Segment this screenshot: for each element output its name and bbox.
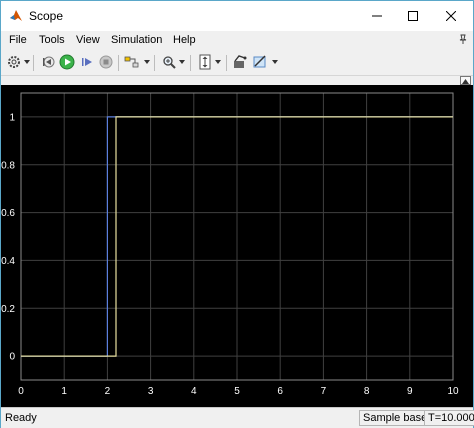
toolbar-separator <box>154 55 155 71</box>
autoscale-dropdown[interactable] <box>215 60 221 64</box>
close-icon <box>445 8 457 24</box>
y-tick-label: 0.4 <box>1 256 15 267</box>
autoscale-icon <box>198 54 212 73</box>
settings-button[interactable] <box>5 54 23 72</box>
y-tick-label: 0.2 <box>1 304 15 315</box>
settings-dropdown[interactable] <box>24 60 30 64</box>
y-tick-label: 1 <box>9 112 15 123</box>
maximize-icon <box>408 8 418 24</box>
settings-icon <box>7 55 21 72</box>
zoom-button[interactable] <box>160 54 178 72</box>
toolbar-separator <box>226 55 227 71</box>
autoscale-button[interactable] <box>196 54 214 72</box>
scope-chart: 0 1 2 3 4 5 6 7 8 9 10 0 0.2 0.4 0.6 0.8 1 <box>1 92 459 397</box>
x-tick-label: 10 <box>447 386 459 397</box>
x-tick-label: 7 <box>321 386 327 397</box>
stop-icon <box>99 55 113 72</box>
zoom-dropdown[interactable] <box>179 60 185 64</box>
step-back-icon <box>41 55 55 72</box>
step-forward-icon <box>80 55 94 72</box>
toolbar-separator <box>118 55 119 71</box>
scope-window: Scope File Tools View Simulation Help 0 … <box>0 0 474 428</box>
status-ready: Ready <box>5 412 37 424</box>
menu-help[interactable]: Help <box>173 34 196 46</box>
highlight-dropdown[interactable] <box>144 60 150 64</box>
step-back-button[interactable] <box>39 54 57 72</box>
window-title: Scope <box>29 9 64 23</box>
pin-icon[interactable] <box>459 34 467 47</box>
stop-button[interactable] <box>97 54 115 72</box>
style-icon <box>252 54 268 72</box>
x-tick-label: 5 <box>234 386 240 397</box>
menu-file[interactable]: File <box>9 34 27 46</box>
style-button[interactable] <box>251 54 269 72</box>
toolbar-separator <box>33 55 34 71</box>
zoom-icon <box>162 55 176 72</box>
plot-area[interactable]: 0 1 2 3 4 5 6 7 8 9 10 0 0.2 0.4 0.6 0.8 1 <box>1 85 473 407</box>
x-tick-label: 2 <box>105 386 111 397</box>
x-tick-label: 6 <box>277 386 283 397</box>
close-button[interactable] <box>429 1 473 31</box>
y-tick-label: 0.8 <box>1 160 15 171</box>
menu-tools[interactable]: Tools <box>39 34 65 46</box>
x-tick-label: 9 <box>407 386 413 397</box>
highlight-icon <box>124 55 140 72</box>
toolbar <box>1 51 473 76</box>
run-icon <box>59 54 75 73</box>
menu-bar: File Tools View Simulation Help <box>1 31 473 51</box>
menu-view[interactable]: View <box>76 34 100 46</box>
toolbar-separator <box>190 55 191 71</box>
menu-simulation[interactable]: Simulation <box>111 34 162 46</box>
signal-icon <box>232 54 248 72</box>
step-forward-button[interactable] <box>78 54 96 72</box>
expand-button[interactable] <box>460 76 471 85</box>
matlab-logo-icon <box>9 9 23 23</box>
x-tick-label: 0 <box>18 386 24 397</box>
minimize-icon <box>372 8 382 24</box>
grid <box>20 93 454 380</box>
title-bar: Scope <box>1 1 473 31</box>
x-tick-label: 1 <box>61 386 67 397</box>
run-button[interactable] <box>58 54 76 72</box>
status-time: T=10.000 <box>424 410 474 426</box>
x-tick-label: 3 <box>148 386 154 397</box>
signal-button[interactable] <box>231 54 249 72</box>
highlight-button[interactable] <box>123 54 141 72</box>
y-tick-label: 0.6 <box>1 208 15 219</box>
x-tick-label: 8 <box>364 386 370 397</box>
status-bar: Ready Sample based T=10.000 <box>1 407 474 428</box>
x-tick-label: 4 <box>191 386 197 397</box>
y-tick-label: 0 <box>9 352 15 363</box>
tick-labels: 0 1 2 3 4 5 6 7 8 9 10 0 0.2 0.4 0.6 0.8 1 <box>1 112 459 397</box>
style-dropdown[interactable] <box>272 60 278 64</box>
